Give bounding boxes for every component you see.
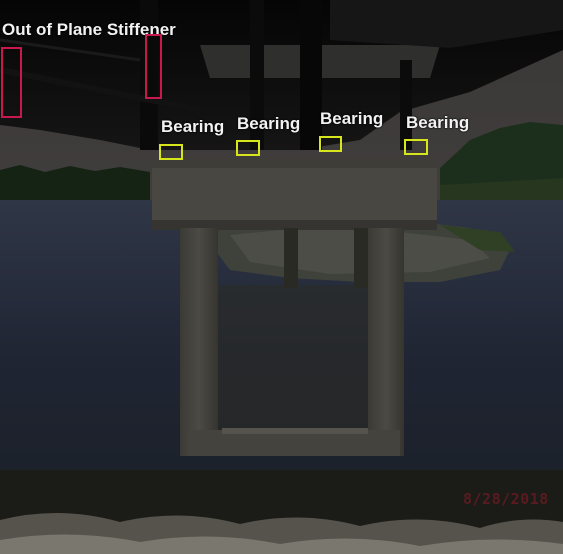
bearing-highlight-box-2 [236, 140, 260, 156]
bearing-label-3: Bearing [320, 109, 384, 128]
photo-date-stamp: 8/28/2018 [463, 490, 549, 508]
bearing-label-1: Bearing [161, 117, 225, 136]
bearing-label-4: Bearing [406, 113, 470, 132]
stiffener-highlight-box-left [1, 47, 22, 118]
bearing-label-2: Bearing [237, 114, 301, 133]
bearing-highlight-box-3 [319, 136, 342, 152]
bearing-highlight-box-4 [404, 139, 428, 155]
bearing-highlight-box-1 [159, 144, 183, 160]
bridge-underside-photo [0, 0, 563, 554]
annotated-bridge-photo: Out of Plane Stiffener Bearing Bearing B… [0, 0, 563, 554]
stiffener-highlight-box-right [145, 34, 162, 99]
